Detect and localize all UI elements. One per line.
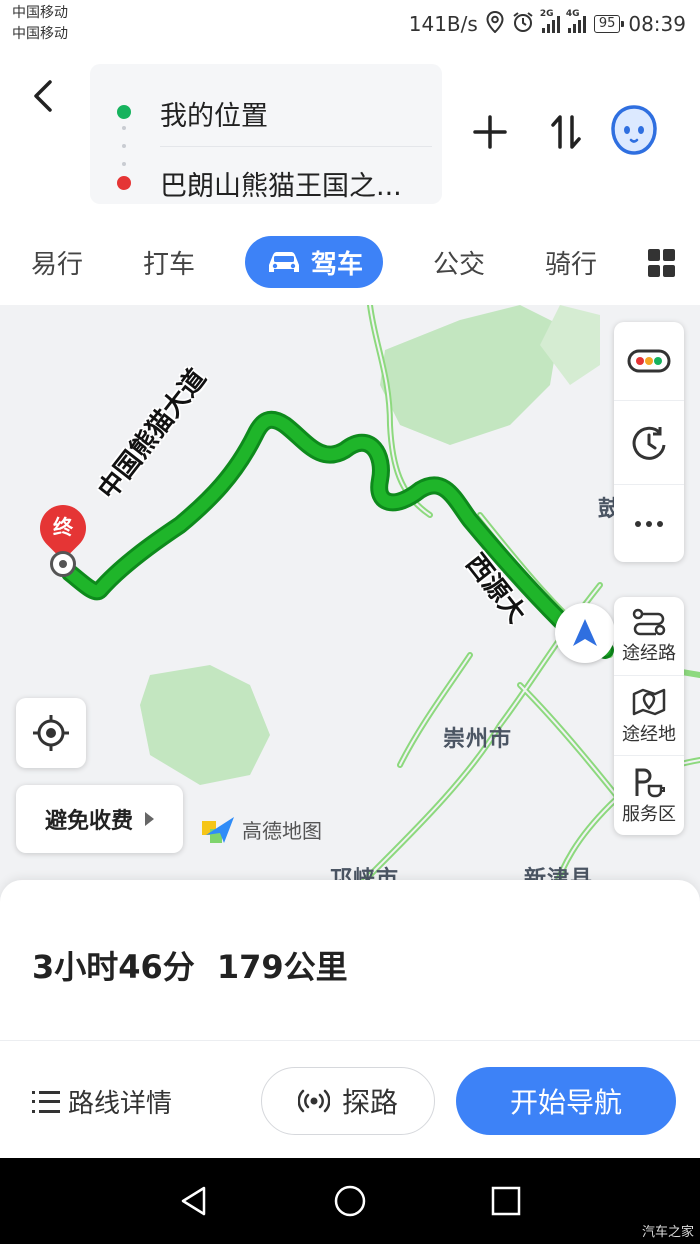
app-screen: 中国移动 中国移动 141B/s 2G 4G 95 08:39 我的位置 巴朗山… <box>0 0 700 1244</box>
home-circle-icon[interactable] <box>334 1185 366 1217</box>
avoid-toll-button[interactable]: 避免收费 <box>16 785 183 853</box>
traffic-light-icon <box>627 349 671 373</box>
traffic-toggle[interactable] <box>614 322 684 400</box>
parking-coffee-icon <box>635 768 665 797</box>
carrier-label: 中国移动 <box>12 26 68 42</box>
navigation-arrow-icon <box>573 619 597 646</box>
battery-icon: 95 <box>593 15 624 33</box>
locate-me-button[interactable] <box>16 698 86 768</box>
route-path-icon <box>632 608 666 636</box>
explore-route-button[interactable]: 探路 <box>261 1067 435 1135</box>
signal-icon: 4G <box>566 9 586 33</box>
more-modes-icon[interactable] <box>648 249 676 277</box>
recents-square-icon[interactable] <box>490 1185 522 1217</box>
clock: 08:39 <box>628 12 686 36</box>
route-inputs: 我的位置 巴朗山熊猫王国之... <box>90 64 442 204</box>
start-location-field[interactable]: 我的位置 <box>160 94 440 133</box>
back-button[interactable] <box>26 76 60 116</box>
service-area-button[interactable]: 服务区 <box>614 755 684 835</box>
network-speed: 141B/s <box>408 12 478 36</box>
route-distance: 179公里 <box>216 948 348 986</box>
waypoint-place-button[interactable]: 途经地 <box>614 675 684 755</box>
add-waypoint-button[interactable] <box>470 112 510 152</box>
alarm-icon <box>512 11 534 38</box>
divider <box>160 146 432 147</box>
forest-area <box>140 665 270 785</box>
car-icon <box>265 249 303 275</box>
carrier-label: 中国移动 <box>12 5 68 21</box>
route-header: 我的位置 巴朗山熊猫王国之... 易行 打车 驾车 公交 骑行 <box>0 52 700 305</box>
tab-easy[interactable]: 易行 <box>22 236 92 288</box>
route-summary-sheet: 3小时46分 179公里 路线详情 探路 开始导航 <box>0 880 700 1158</box>
swap-route-button[interactable] <box>546 112 586 152</box>
map-tools-panel <box>614 322 684 562</box>
tab-drive[interactable]: 驾车 <box>245 236 383 288</box>
more-dots-icon <box>635 520 663 527</box>
route-tools-panel: 途经路 途经地 服务区 <box>614 597 684 835</box>
swap-icon <box>551 115 581 149</box>
endpoint-ring-icon <box>50 551 76 577</box>
city-label: 崇州市 <box>443 727 513 752</box>
tab-taxi[interactable]: 打车 <box>134 236 204 288</box>
history-button[interactable] <box>614 400 684 484</box>
back-triangle-icon[interactable] <box>178 1185 210 1217</box>
explore-route-label: 探路 <box>341 1086 398 1119</box>
route-details-button[interactable]: 路线详情 <box>32 1083 172 1120</box>
start-dot-icon <box>117 105 131 119</box>
watermark: 汽车之家 <box>641 1225 694 1240</box>
forest-area <box>380 305 560 445</box>
map-logo-text: 高德地图 <box>242 818 322 843</box>
map-logo: 高德地图 <box>200 813 322 845</box>
map-pin-icon <box>632 688 666 715</box>
waypoint-road-button[interactable]: 途经路 <box>614 597 684 675</box>
end-dot-icon <box>117 176 131 190</box>
more-button[interactable] <box>614 484 684 562</box>
assistant-mascot-icon <box>611 105 657 155</box>
divider <box>0 1040 700 1041</box>
destination-marker[interactable]: 终 <box>30 495 96 585</box>
list-icon <box>32 1090 60 1113</box>
caret-right-icon <box>145 812 154 826</box>
system-nav-bar: 汽车之家 <box>0 1158 700 1244</box>
tab-bike[interactable]: 骑行 <box>536 236 606 288</box>
start-navigation-button[interactable]: 开始导航 <box>456 1067 676 1135</box>
route-duration: 3小时46分 <box>32 948 195 986</box>
plus-icon <box>473 115 507 149</box>
crosshair-icon <box>33 715 69 751</box>
amap-logo-icon <box>202 817 234 843</box>
network-type: 4G <box>565 9 580 19</box>
broadcast-icon <box>297 1089 330 1113</box>
location-icon <box>486 10 504 38</box>
signal-icon: 2G <box>540 9 560 33</box>
route-details-label: 路线详情 <box>68 1089 173 1119</box>
status-bar: 中国移动 中国移动 141B/s 2G 4G 95 08:39 <box>0 0 700 52</box>
waypoint-road-label: 途经路 <box>622 643 676 664</box>
status-icons: 141B/s 2G 4G 95 08:39 <box>408 9 686 38</box>
service-area-label: 服务区 <box>622 803 676 825</box>
chevron-left-icon <box>34 80 52 112</box>
connector-dots-icon <box>122 126 126 166</box>
travel-mode-tabs: 易行 打车 驾车 公交 骑行 <box>0 236 700 292</box>
tab-drive-label: 驾车 <box>310 249 363 280</box>
tab-transit[interactable]: 公交 <box>424 236 494 288</box>
network-type: 2G <box>539 9 554 19</box>
destination-field[interactable]: 巴朗山熊猫王国之... <box>160 164 440 203</box>
assistant-button[interactable] <box>608 102 660 160</box>
current-location-marker <box>555 603 615 663</box>
route-summary[interactable]: 3小时46分 179公里 <box>32 942 348 988</box>
clock-history-icon <box>632 426 666 460</box>
end-marker-label: 终 <box>53 515 73 539</box>
avoid-toll-label: 避免收费 <box>44 809 133 834</box>
map-view[interactable]: 中国熊猫大道 西源大 崇州市 邛崃市 新津县 鼓 终 <box>0 305 700 905</box>
waypoint-place-label: 途经地 <box>622 723 676 745</box>
